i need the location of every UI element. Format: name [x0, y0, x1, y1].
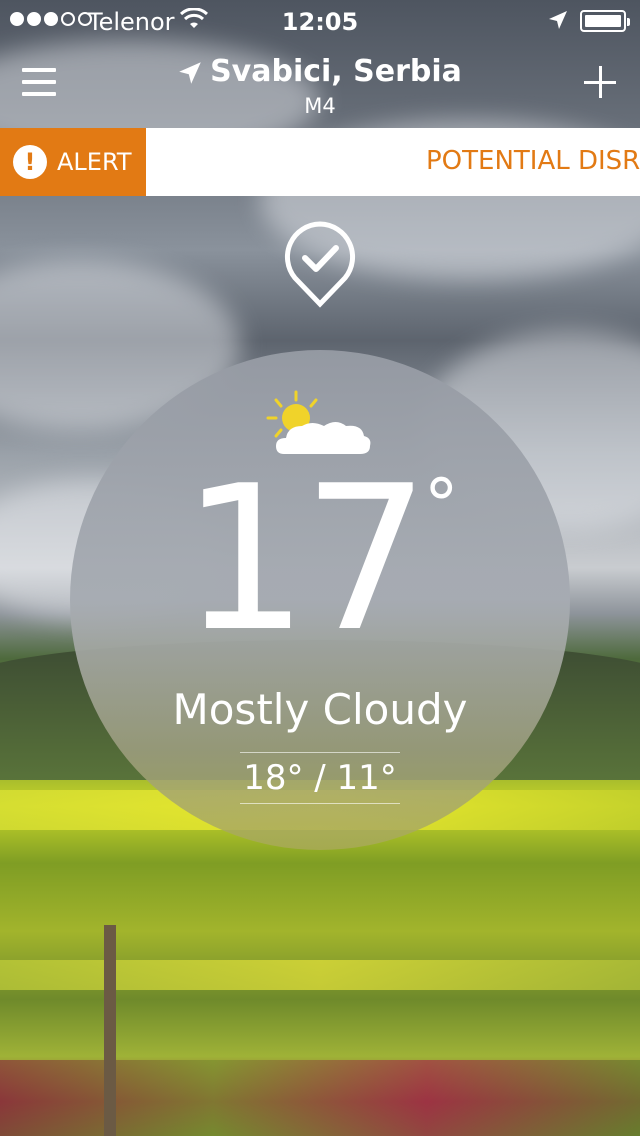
- location-services-icon: [549, 11, 567, 29]
- status-bar: Telenor 12:05: [0, 0, 640, 40]
- navigation-arrow-icon: [179, 61, 201, 84]
- location-title[interactable]: Svabici, Serbia: [0, 54, 640, 89]
- location-subtitle: M4: [304, 94, 336, 118]
- alert-label: ALERT: [57, 148, 132, 176]
- alert-tag: ! ALERT: [0, 128, 146, 196]
- temperature-value: 17: [181, 443, 429, 676]
- location-name: Svabici, Serbia: [210, 54, 462, 89]
- exclamation-icon: !: [13, 145, 47, 179]
- high-low-temperature: 18° / 11°: [240, 752, 400, 804]
- weather-condition: Mostly Cloudy: [172, 685, 468, 734]
- nav-header: Svabici, Serbia M4: [0, 40, 640, 128]
- battery-icon: [580, 10, 630, 32]
- current-location-check-icon[interactable]: [283, 220, 357, 308]
- alert-message: POTENTIAL DISR: [426, 146, 640, 176]
- degree-symbol: °: [423, 464, 459, 546]
- current-temperature: 17°: [70, 460, 570, 660]
- status-time: 12:05: [281, 8, 359, 36]
- add-location-button[interactable]: [584, 66, 616, 98]
- alert-banner[interactable]: ! ALERT POTENTIAL DISR: [0, 128, 640, 196]
- weather-summary-circle[interactable]: 17° Mostly Cloudy 18° / 11°: [70, 350, 570, 850]
